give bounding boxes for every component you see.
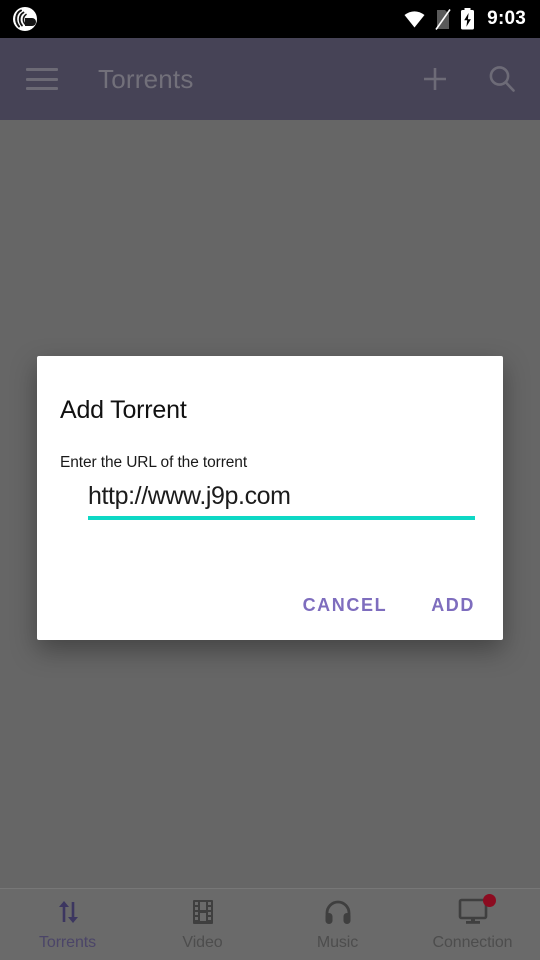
monitor-icon-box [457,894,496,927]
battery-charging-icon [461,8,475,30]
bittorrent-logo-icon [13,7,37,31]
film-strip-icon-box [190,897,216,927]
status-bar: 9:03 [0,0,540,38]
connection-status-badge [482,894,496,907]
nav-label-torrents: Torrents [39,934,96,951]
add-torrent-dialog: Add Torrent Enter the URL of the torrent… [37,356,503,640]
dialog-actions: CANCEL ADD [301,591,477,620]
cancel-button[interactable]: CANCEL [301,591,390,620]
app-bar-actions [420,63,518,95]
wifi-icon [404,10,425,27]
app-bar: Torrents [0,38,540,120]
no-sim-icon [435,8,451,30]
bottom-navigation: Torrents Video Music Connection [0,888,540,960]
transfer-arrows-icon-box [53,897,83,927]
nav-label-music: Music [316,934,359,951]
dialog-message: Enter the URL of the torrent [60,454,248,471]
nav-label-connection: Connection [432,934,513,951]
search-icon[interactable] [486,63,518,95]
dialog-title: Add Torrent [60,396,187,424]
nav-label-video: Video [182,934,223,951]
hamburger-menu-icon[interactable] [26,68,58,90]
plus-icon[interactable] [420,64,450,94]
nav-item-music[interactable]: Music [270,889,405,960]
headphones-icon-box [323,897,353,927]
status-clock: 9:03 [487,8,526,29]
status-icons: 9:03 [403,8,526,30]
nav-item-video[interactable]: Video [135,889,270,960]
page-title: Torrents [98,63,194,94]
headphones-icon [325,900,350,924]
nav-item-torrents[interactable]: Torrents [0,889,135,960]
url-field-wrapper [60,482,481,520]
transfer-arrows-icon [58,901,78,923]
nav-item-connection[interactable]: Connection [405,889,540,960]
phone-screen: 9:03 Torrents Add Torrent Enter the URL … [0,0,540,960]
url-input[interactable] [88,482,475,520]
add-button[interactable]: ADD [429,591,477,620]
film-strip-icon [192,900,213,924]
